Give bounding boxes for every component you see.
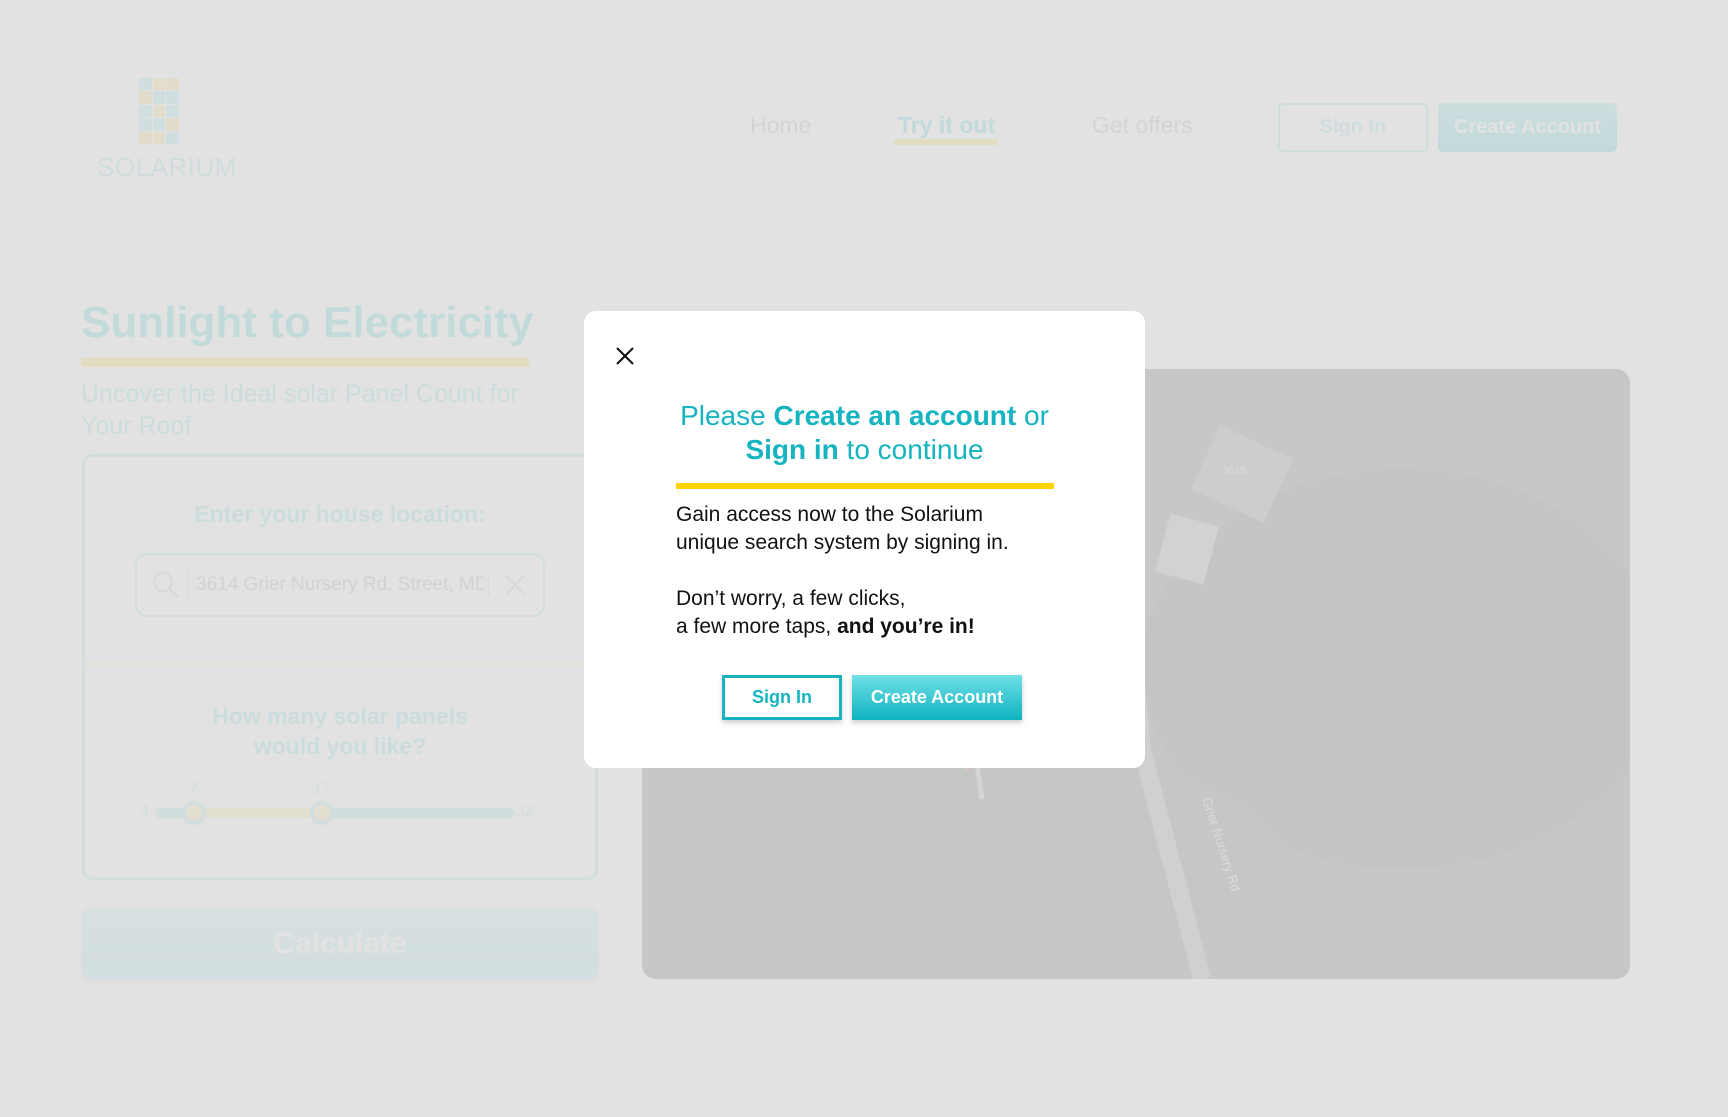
close-icon[interactable] bbox=[615, 346, 635, 366]
modal-sign-in-button[interactable]: Sign In bbox=[722, 675, 842, 720]
modal-title-text: Please bbox=[680, 400, 774, 431]
modal-body-line: Don’t worry, a few clicks, bbox=[676, 587, 906, 610]
modal-body-emphasis: and you’re in! bbox=[837, 615, 975, 638]
modal-body-line: unique search system by signing in. bbox=[676, 531, 1009, 554]
modal-body-line: a few more taps, bbox=[676, 615, 838, 638]
modal-title-create-account: Create an account bbox=[773, 400, 1017, 431]
modal-title-underline bbox=[676, 483, 1054, 489]
modal-title: Please Create an account or Sign in to c… bbox=[624, 399, 1105, 467]
modal-title-sign-in: Sign in bbox=[745, 434, 839, 465]
modal-body-line: Gain access now to the Solarium bbox=[676, 503, 983, 526]
auth-required-modal: Please Create an account or Sign in to c… bbox=[584, 311, 1145, 768]
page: SOLARIUM Home Try it out Get offers Sign… bbox=[0, 0, 1728, 1117]
modal-body-paragraph-2: Don’t worry, a few clicks, a few more ta… bbox=[676, 585, 1076, 641]
modal-body: Gain access now to the Solarium unique s… bbox=[676, 501, 1076, 641]
modal-actions: Sign In Create Account bbox=[722, 675, 1022, 720]
modal-title-text: to continue bbox=[838, 434, 984, 465]
modal-create-account-button[interactable]: Create Account bbox=[852, 675, 1022, 720]
modal-body-paragraph-1: Gain access now to the Solarium unique s… bbox=[676, 501, 1076, 557]
modal-title-text: or bbox=[1016, 400, 1049, 431]
